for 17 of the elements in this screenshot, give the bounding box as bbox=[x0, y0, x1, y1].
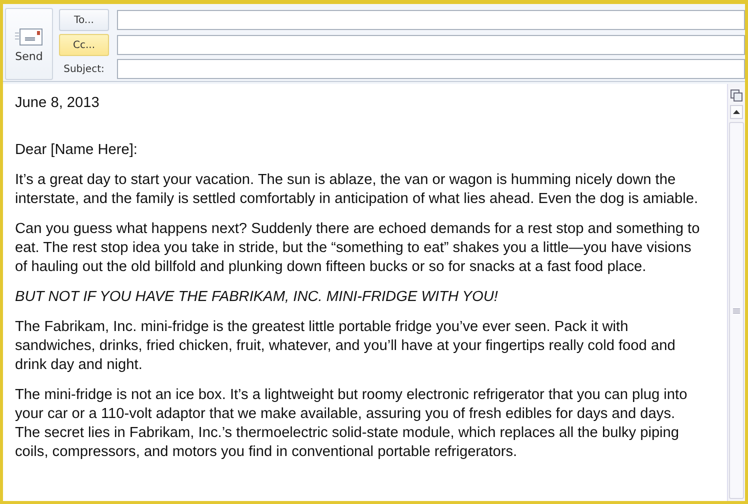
address-field[interactable] bbox=[117, 10, 745, 30]
scrollbar-thumb[interactable] bbox=[729, 122, 744, 499]
subject-label: Subject: bbox=[62, 64, 106, 74]
scroll-up-icon[interactable] bbox=[730, 105, 743, 119]
paragraph: June 8, 2013 bbox=[15, 94, 100, 113]
paragraph: The mini-fridge is not an ice box. It’s a lightweight but roomy electronic refrigerator that you can plug into your car or a 110-volt adaptor that we make available, assuring you of fresh edibles for days and days. The secret lies in Fabrikam, Inc.’s thermoelectric solid-state module, which replaces all the bulky piping coils, compressors, and motors you find in conventional portable refrigerators. bbox=[15, 386, 688, 462]
paragraph: It’s a great day to start your vacation. The sun is ablaze, the van or wagon is humming nicely down the interstate, and the family is settled comfortably in anticipation of what lies ahead. Even the dog is amiable. bbox=[15, 171, 700, 209]
address-field[interactable] bbox=[117, 35, 745, 55]
subject-field[interactable] bbox=[117, 59, 745, 79]
address-button[interactable]: To... bbox=[59, 9, 109, 31]
paragraph: BUT NOT IF YOU HAVE THE FABRIKAM, INC. MINI-FRIDGE WITH YOU! bbox=[15, 288, 499, 307]
send-button[interactable]: Send bbox=[5, 8, 53, 80]
paragraph: The Fabrikam, Inc. mini-fridge is the greatest little portable fridge you’ve ever seen. Pack it with sandwiches, drinks, fried chicken, fruit, whatever, and you’ll have at your fingertips really cold food and drink day and night. bbox=[15, 318, 676, 375]
paragraph: Dear [Name Here]: bbox=[15, 141, 138, 160]
address-button[interactable]: Cc... bbox=[59, 34, 109, 56]
envelope-icon bbox=[14, 26, 44, 48]
paragraph: Can you guess what happens next? Suddenly there are echoed demands for a rest stop and something to eat. The rest stop idea you take in stride, but the “something to eat” shakes you a little—you have visions of hauling out the old billfold and plunking down fifteen bucks or so for snacks at a fast food place. bbox=[15, 220, 701, 277]
